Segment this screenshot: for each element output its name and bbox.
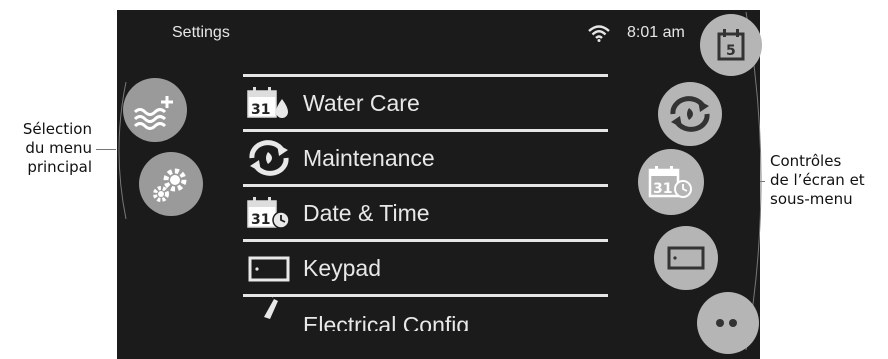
more-icon <box>716 319 737 327</box>
svg-text:5: 5 <box>726 43 736 59</box>
screen-control-keypad[interactable] <box>654 226 718 290</box>
calendar-clock-icon: 31 <box>648 166 692 198</box>
screen-control-maintenance[interactable] <box>658 82 722 146</box>
gears-icon <box>153 168 187 202</box>
water-care-main-button[interactable] <box>123 78 187 142</box>
screen-control-more[interactable] <box>697 292 759 354</box>
svg-text:31: 31 <box>653 181 672 197</box>
screen-control-calendar[interactable]: 5 <box>700 14 762 76</box>
calendar-5-icon: 5 <box>717 29 745 61</box>
water-plus-icon <box>133 96 173 130</box>
maintenance-cycle-icon <box>670 96 710 132</box>
screen-control-date-time[interactable]: 31 <box>638 149 704 215</box>
keypad-icon <box>667 246 705 270</box>
settings-main-button[interactable] <box>139 152 203 216</box>
